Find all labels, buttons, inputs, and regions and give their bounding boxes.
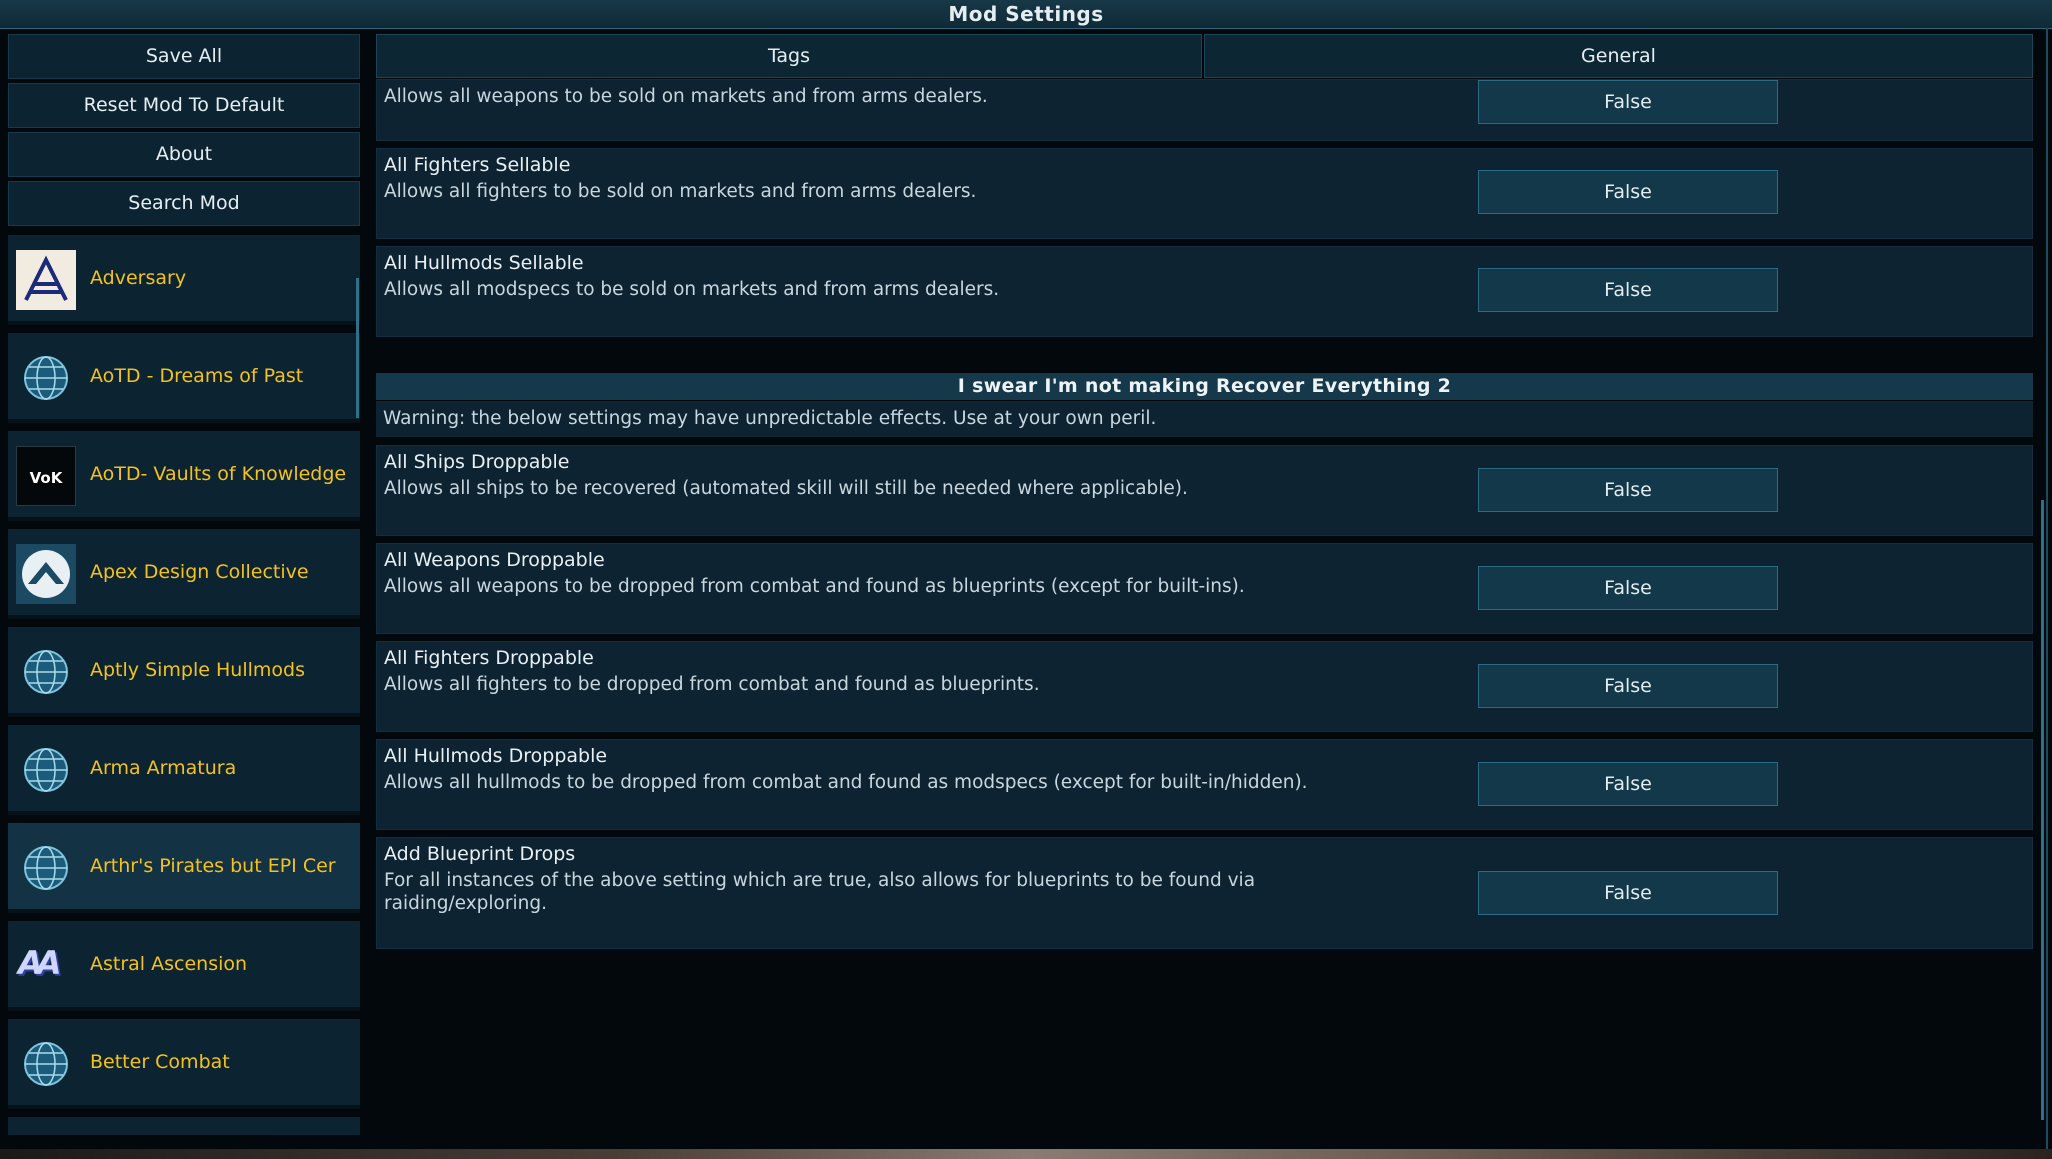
mod-item-arthrs-pirates[interactable]: Arthr's Pirates but EPI Cer	[8, 823, 360, 913]
tab-tags[interactable]: Tags	[376, 34, 1202, 78]
mod-name: Arthr's Pirates but EPI Cer	[90, 854, 336, 877]
globe-icon	[16, 642, 76, 702]
setting-desc: Allows all modspecs to be sold on market…	[384, 279, 1000, 300]
tab-general[interactable]: General	[1204, 34, 2033, 78]
section-header: I swear I'm not making Recover Everythin…	[376, 373, 2033, 400]
settings-scrollbar[interactable]	[2041, 500, 2044, 1120]
mod-item-arma[interactable]: Arma Armatura	[8, 725, 360, 815]
setting-title: All Weapons Droppable	[384, 549, 605, 571]
mod-name: Astral Ascension	[90, 952, 248, 975]
setting-desc: Allows all weapons to be dropped from co…	[384, 576, 1245, 597]
save-all-button[interactable]: Save All	[8, 34, 360, 79]
globe-icon	[16, 740, 76, 800]
globe-icon	[16, 838, 76, 898]
apex-logo-icon	[16, 544, 76, 604]
setting-desc: For all instances of the above setting w…	[384, 870, 1256, 914]
mod-name: Arma Armatura	[90, 756, 237, 779]
setting-all-hullmods-droppable: All Hullmods Droppable Allows all hullmo…	[376, 739, 2033, 830]
setting-toggle[interactable]: False	[1478, 468, 1778, 512]
setting-title: All Hullmods Droppable	[384, 745, 608, 767]
mod-item-aotd-vaults[interactable]: VoK AoTD- Vaults of Knowledge	[8, 431, 360, 521]
setting-toggle[interactable]: False	[1478, 170, 1778, 214]
mod-name: AoTD - Dreams of Past	[90, 364, 304, 387]
setting-all-fighters-droppable: All Fighters Droppable Allows all fighte…	[376, 641, 2033, 732]
reset-mod-button[interactable]: Reset Mod To Default	[8, 83, 360, 128]
mod-item-aotd-dreams[interactable]: AoTD - Dreams of Past	[8, 333, 360, 423]
globe-icon	[16, 1034, 76, 1094]
search-mod-button[interactable]: Search Mod	[8, 181, 360, 226]
mod-item-astral[interactable]: AA Astral Ascension	[8, 921, 360, 1011]
section-warning: Warning: the below settings may have unp…	[376, 401, 2033, 437]
setting-toggle[interactable]: False	[1478, 566, 1778, 610]
mod-name: Aptly Simple Hullmods	[90, 658, 305, 681]
mod-item-adversary[interactable]: Adversary	[8, 235, 360, 325]
setting-toggle[interactable]: False	[1478, 268, 1778, 312]
setting-all-weapons-droppable: All Weapons Droppable Allows all weapons…	[376, 543, 2033, 634]
setting-all-weapons-sellable: Allows all weapons to be sold on markets…	[376, 79, 2033, 141]
mod-item-apex[interactable]: Apex Design Collective	[8, 529, 360, 619]
mod-name: AoTD- Vaults of Knowledge	[90, 462, 347, 485]
setting-title: All Ships Droppable	[384, 451, 570, 473]
mod-list-scrollbar[interactable]	[356, 278, 359, 418]
setting-title: Add Blueprint Drops	[384, 843, 576, 865]
setting-desc: Allows all fighters to be sold on market…	[384, 181, 977, 202]
mod-name: Apex Design Collective	[90, 560, 309, 583]
globe-icon	[16, 348, 76, 408]
setting-all-fighters-sellable: All Fighters Sellable Allows all fighter…	[376, 148, 2033, 239]
setting-toggle[interactable]: False	[1478, 871, 1778, 915]
adversary-logo-icon	[16, 250, 76, 310]
vok-logo-icon: VoK	[16, 446, 76, 506]
setting-toggle[interactable]: False	[1478, 80, 1778, 124]
setting-title: All Hullmods Sellable	[384, 252, 584, 274]
window-title: Mod Settings	[0, 0, 2052, 29]
astral-logo-text: AA	[18, 944, 61, 982]
mod-item-partial[interactable]	[8, 1117, 360, 1135]
setting-title: All Fighters Droppable	[384, 647, 594, 669]
setting-add-blueprint-drops: Add Blueprint Drops For all instances of…	[376, 837, 2033, 949]
setting-desc: Allows all weapons to be sold on markets…	[384, 86, 988, 107]
vok-logo-text: VoK	[29, 469, 63, 487]
setting-desc: Allows all fighters to be dropped from c…	[384, 674, 1040, 695]
mod-item-aptly[interactable]: Aptly Simple Hullmods	[8, 627, 360, 717]
background-strip	[0, 1149, 2052, 1159]
about-button[interactable]: About	[8, 132, 360, 177]
mod-name: Adversary	[90, 266, 187, 289]
astral-logo-icon: AA	[16, 936, 76, 996]
window-right-border	[2046, 28, 2048, 1149]
setting-desc: Allows all hullmods to be dropped from c…	[384, 772, 1308, 793]
setting-all-ships-droppable: All Ships Droppable Allows all ships to …	[376, 445, 2033, 536]
mod-list: Adversary AoTD - Dreams of Past VoK AoTD…	[8, 235, 360, 1135]
setting-all-hullmods-sellable: All Hullmods Sellable Allows all modspec…	[376, 246, 2033, 337]
mod-name: Better Combat	[90, 1050, 230, 1073]
mod-item-better-combat[interactable]: Better Combat	[8, 1019, 360, 1109]
setting-toggle[interactable]: False	[1478, 762, 1778, 806]
setting-toggle[interactable]: False	[1478, 664, 1778, 708]
setting-desc: Allows all ships to be recovered (automa…	[384, 478, 1188, 499]
setting-title: All Fighters Sellable	[384, 154, 571, 176]
